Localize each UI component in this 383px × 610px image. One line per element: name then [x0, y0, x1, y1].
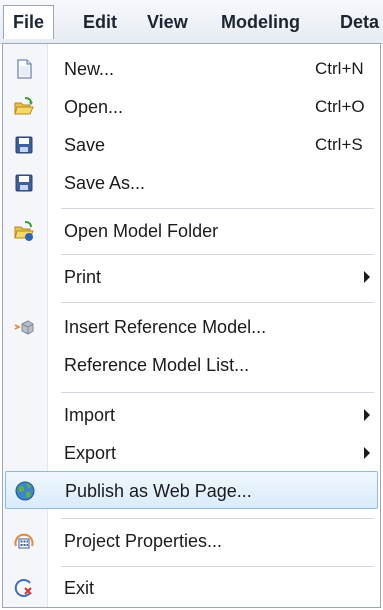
menu-item-open-model-folder[interactable]: Open Model Folder	[5, 212, 378, 250]
model-folder-icon	[14, 221, 34, 241]
submenu-arrow-icon	[364, 447, 370, 459]
menu-item-shortcut: Ctrl+O	[315, 97, 365, 116]
menu-view[interactable]: View	[138, 5, 197, 39]
file-menu-dropdown: New... Ctrl+N Open... Ctrl+O Save Ctrl+S	[2, 43, 381, 608]
submenu-arrow-icon	[364, 271, 370, 283]
menu-item-label: Import	[64, 405, 116, 425]
menu-item-exit[interactable]: Exit	[5, 569, 378, 607]
menu-file[interactable]: File	[3, 5, 55, 39]
menu-item-label: Exit	[64, 578, 95, 598]
menu-item-export[interactable]: Export	[5, 434, 378, 472]
menu-item-shortcut: Ctrl+S	[315, 135, 363, 154]
project-properties-icon	[14, 533, 34, 549]
menu-separator	[61, 392, 374, 394]
menu-item-label: Export	[64, 443, 117, 463]
new-document-icon	[17, 59, 32, 79]
insert-reference-icon	[14, 320, 34, 335]
menu-item-label: Open Model Folder	[64, 221, 219, 241]
menu-item-label: Save As...	[64, 173, 146, 193]
submenu-arrow-icon	[364, 409, 370, 421]
menu-item-label: Insert Reference Model...	[64, 317, 267, 337]
menu-details-truncated[interactable]: Deta	[331, 5, 383, 39]
menu-separator	[61, 566, 374, 568]
globe-icon	[15, 481, 35, 501]
menu-item-insert-reference-model[interactable]: Insert Reference Model...	[5, 308, 378, 346]
menu-item-label: Reference Model List...	[64, 355, 250, 375]
menu-item-label: Publish as Web Page...	[65, 481, 252, 501]
menu-item-save[interactable]: Save Ctrl+S	[5, 126, 378, 164]
open-folder-icon	[14, 97, 34, 115]
save-disk-icon	[15, 136, 33, 154]
menu-modeling[interactable]: Modeling	[212, 5, 309, 39]
menu-item-shortcut: Ctrl+N	[315, 59, 364, 78]
menu-item-save-as[interactable]: Save As...	[5, 164, 378, 202]
menu-item-label: Save	[64, 135, 106, 155]
menu-item-project-properties[interactable]: Project Properties...	[5, 522, 378, 560]
menu-item-label: Open...	[64, 97, 124, 117]
menu-separator	[61, 302, 374, 304]
menu-separator	[61, 518, 374, 520]
menu-item-new[interactable]: New... Ctrl+N	[5, 50, 378, 88]
menu-separator	[61, 254, 374, 256]
application-window: File Edit View Modeling Deta New... Ctrl…	[0, 0, 383, 610]
menu-item-open[interactable]: Open... Ctrl+O	[5, 88, 378, 126]
menu-bar: File Edit View Modeling Deta	[0, 0, 383, 44]
menu-item-label: Print	[64, 267, 102, 287]
menu-item-label: Project Properties...	[64, 531, 223, 551]
menu-item-publish-web-page[interactable]: Publish as Web Page...	[5, 471, 378, 509]
menu-item-import[interactable]: Import	[5, 396, 378, 434]
save-as-disk-icon	[15, 174, 33, 192]
menu-separator	[61, 208, 374, 210]
menu-item-reference-model-list[interactable]: Reference Model List...	[5, 346, 378, 384]
exit-icon	[14, 579, 32, 597]
menu-item-print[interactable]: Print	[5, 258, 378, 296]
menu-item-label: New...	[64, 59, 115, 79]
menu-edit[interactable]: Edit	[74, 5, 126, 39]
